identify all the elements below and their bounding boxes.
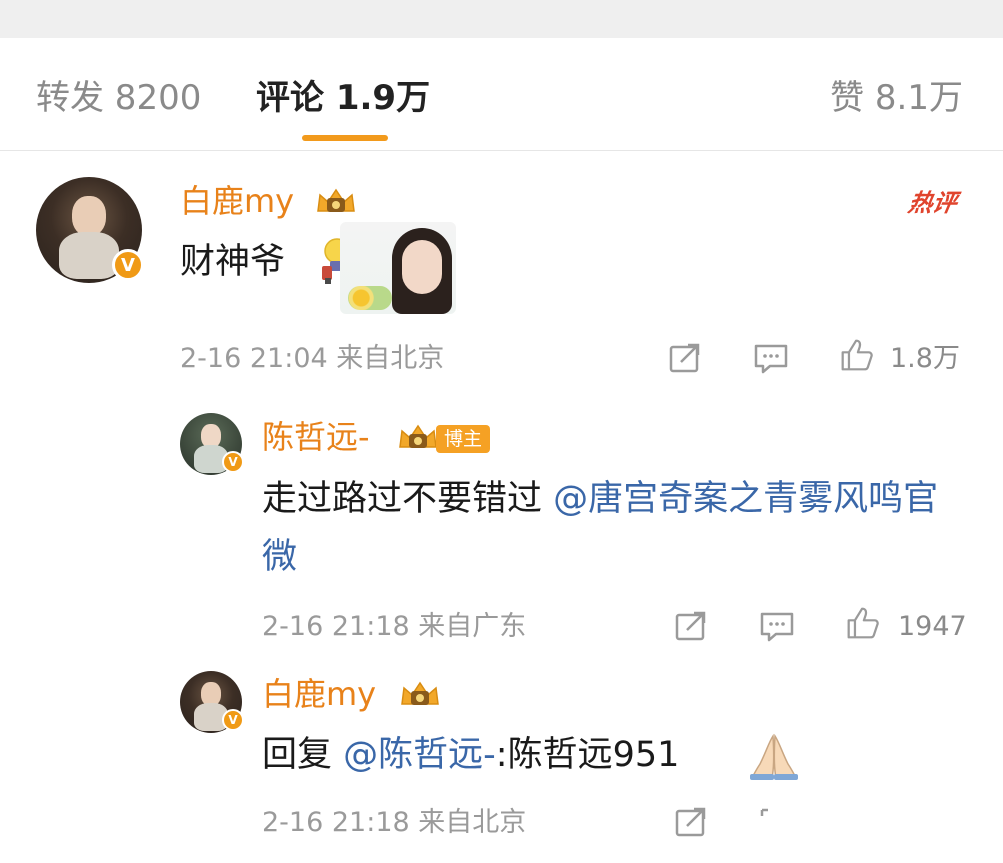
top-strip xyxy=(0,0,1003,38)
mention-link[interactable]: @陈哲远- xyxy=(343,735,496,775)
tab-comments[interactable]: 评论 1.9万 xyxy=(256,78,430,118)
crown-badge-icon xyxy=(399,424,437,448)
tab-bar: 转发 8200 评论 1.9万 赞 8.1万 xyxy=(0,38,1003,151)
comment-meta: 2-16 21:04 来自北京 xyxy=(180,343,445,374)
like-count: 1.8万 xyxy=(890,343,960,374)
comment-text-body: 走过路过不要错过 xyxy=(262,479,554,519)
share-icon[interactable] xyxy=(672,806,710,840)
blogger-badge: 博主 xyxy=(436,425,491,453)
avatar-body xyxy=(59,232,119,279)
share-icon[interactable] xyxy=(672,610,710,644)
tab-likes[interactable]: 赞 8.1万 xyxy=(830,78,963,118)
comment-text-body: :陈哲远951 xyxy=(495,735,680,775)
thumbs-up-icon[interactable] xyxy=(844,606,882,640)
comment-icon[interactable] xyxy=(752,342,790,376)
comment-text: 回复 @陈哲远-:陈哲远951 xyxy=(262,726,679,784)
comment-icon[interactable] xyxy=(758,610,796,644)
sticker-image xyxy=(340,222,456,314)
avatar-face xyxy=(72,196,106,237)
verified-badge-icon: V xyxy=(222,451,244,473)
comment-text-prefix: 回复 xyxy=(262,735,344,775)
verified-badge-icon: V xyxy=(112,249,144,281)
comment-text: 财神爷 xyxy=(180,242,286,282)
sticker-face xyxy=(402,240,442,294)
comment-username[interactable]: 白鹿my xyxy=(262,675,376,713)
comment-username[interactable]: 陈哲远- xyxy=(262,418,370,456)
avatar[interactable]: V xyxy=(180,413,244,475)
crown-badge-icon xyxy=(317,188,355,212)
active-tab-indicator xyxy=(302,135,388,141)
avatar-face xyxy=(201,682,221,706)
comment-meta: 2-16 21:18 来自广东 xyxy=(262,611,527,642)
avatar-face xyxy=(201,424,221,448)
tab-repost[interactable]: 转发 8200 xyxy=(36,78,201,118)
verified-badge-icon: V xyxy=(222,709,244,731)
comment-icon[interactable] xyxy=(758,806,796,840)
thumbs-up-icon[interactable] xyxy=(838,338,876,372)
comment-username[interactable]: 白鹿my xyxy=(180,182,294,220)
pray-hands-emoji-icon xyxy=(750,733,798,780)
hot-comment-badge: 热评 xyxy=(906,189,960,217)
sticker-flowers xyxy=(348,286,392,310)
comment-meta: 2-16 21:18 来自北京 xyxy=(262,807,527,838)
like-count: 1947 xyxy=(898,611,967,642)
avatar[interactable]: V xyxy=(180,671,244,733)
comment-text: 走过路过不要错过 @唐宫奇案之青雾风鸣官微 xyxy=(262,470,962,586)
share-icon[interactable] xyxy=(666,342,704,376)
avatar[interactable]: V xyxy=(36,177,144,283)
crown-badge-icon xyxy=(401,681,439,705)
